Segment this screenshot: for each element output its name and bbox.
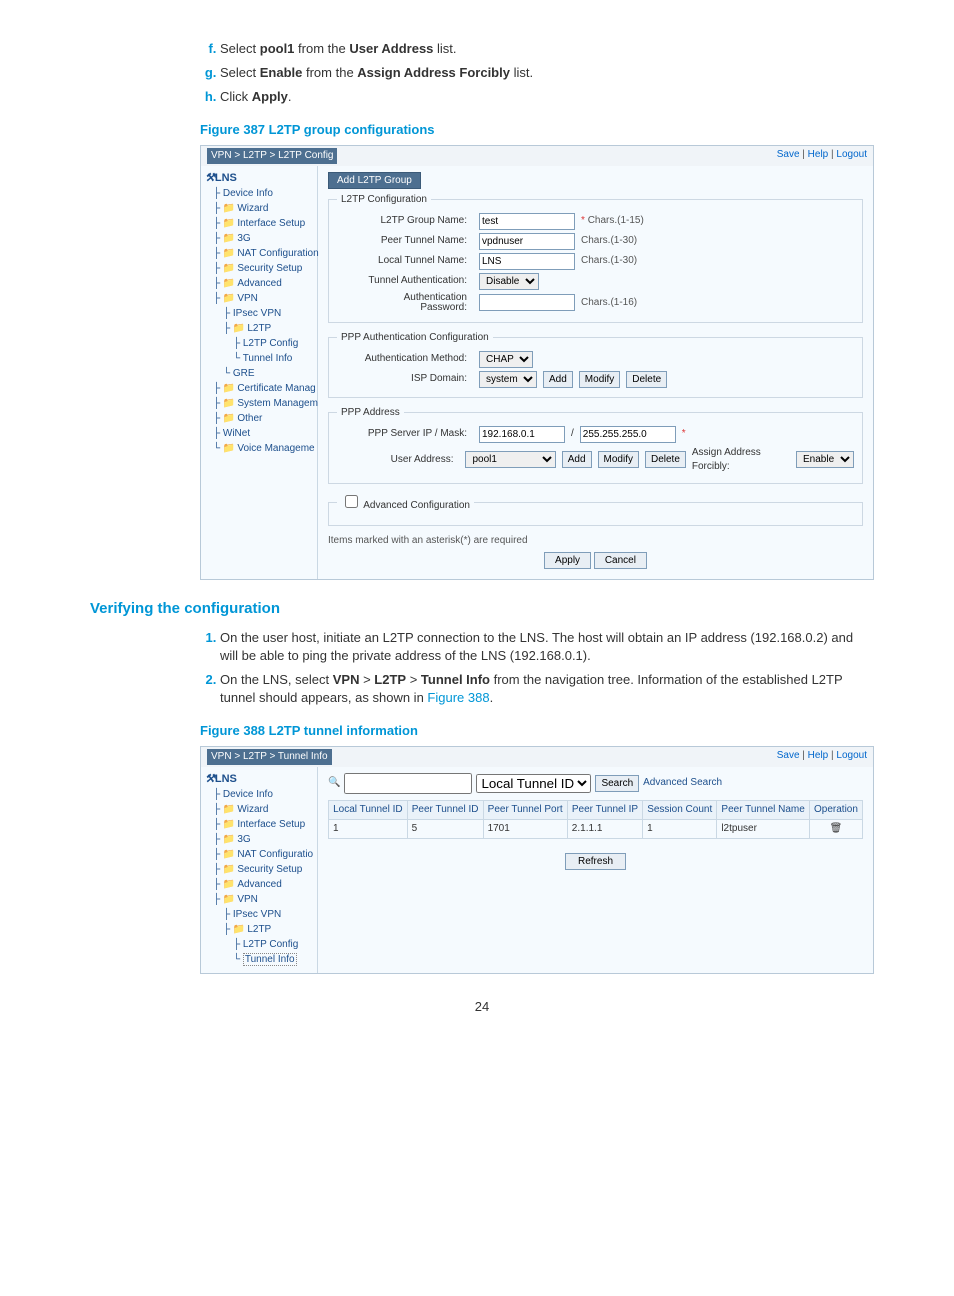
useraddr-modify-button[interactable]: Modify bbox=[598, 451, 639, 468]
trash-icon[interactable]: 🗑 bbox=[830, 823, 843, 834]
save-link[interactable]: Save bbox=[777, 149, 800, 160]
domain-modify-button[interactable]: Modify bbox=[579, 371, 620, 388]
cancel-button[interactable]: Cancel bbox=[594, 552, 647, 569]
sidebar-item-l2tp-config[interactable]: ├ L2TP Config bbox=[233, 336, 315, 351]
step-h: Click Apply. bbox=[220, 88, 874, 106]
page-number: 24 bbox=[90, 998, 874, 1016]
logout-link[interactable]: Logout bbox=[836, 149, 867, 160]
save-link-2[interactable]: Save bbox=[777, 750, 800, 761]
apply-button[interactable]: Apply bbox=[544, 552, 591, 569]
useraddr-delete-button[interactable]: Delete bbox=[645, 451, 686, 468]
screenshot-tunnel-info: VPN > L2TP > Tunnel Info Save | Help | L… bbox=[200, 746, 874, 975]
domain-delete-button[interactable]: Delete bbox=[626, 371, 667, 388]
verify-step-2: On the LNS, select VPN > L2TP > Tunnel I… bbox=[220, 671, 874, 707]
figure-388-link[interactable]: Figure 388 bbox=[427, 690, 489, 705]
sidebar-item-tunnel-info[interactable]: └ Tunnel Info bbox=[233, 351, 315, 366]
refresh-button[interactable]: Refresh bbox=[565, 853, 626, 870]
nav-tree-2: ⚒LNS ├ Device Info ├ 📁Wizard ├ 📁Interfac… bbox=[201, 767, 318, 974]
search-input[interactable] bbox=[344, 773, 472, 794]
sidebar-item-vpn[interactable]: ├ 📁VPN ├ IPsec VPN ├ 📁L2TP ├ L2TP Config… bbox=[213, 291, 315, 381]
required-note: Items marked with an asterisk(*) are req… bbox=[328, 534, 863, 548]
server-mask-input[interactable] bbox=[580, 426, 676, 443]
nav-tree: ⚒LNS ├ Device Info ├ 📁Wizard ├ 📁Interfac… bbox=[201, 166, 318, 579]
sidebar-item-voice[interactable]: └ 📁Voice Manageme bbox=[213, 441, 315, 456]
breadcrumb: VPN > L2TP > L2TP Config bbox=[207, 148, 337, 164]
sidebar-item-interface[interactable]: ├ 📁Interface Setup bbox=[213, 216, 315, 231]
sidebar-item-nat[interactable]: ├ 📁NAT Configuration bbox=[213, 246, 315, 261]
legend-ppp-auth: PPP Authentication Configuration bbox=[337, 331, 493, 345]
sidebar-item-l2tp[interactable]: ├ 📁L2TP ├ L2TP Config └ Tunnel Info bbox=[223, 321, 315, 366]
sidebar-item-gre[interactable]: └ GRE bbox=[223, 366, 315, 381]
peer-tunnel-input[interactable] bbox=[479, 233, 575, 250]
breadcrumb-2: VPN > L2TP > Tunnel Info bbox=[207, 749, 332, 765]
local-tunnel-input[interactable] bbox=[479, 253, 575, 270]
assign-forcibly-select[interactable]: Enable bbox=[796, 451, 854, 468]
verify-step-1: On the user host, initiate an L2TP conne… bbox=[220, 629, 874, 665]
add-l2tp-group-button[interactable]: Add L2TP Group bbox=[328, 172, 421, 189]
figure-387-caption: Figure 387 L2TP group configurations bbox=[200, 121, 874, 139]
server-ip-input[interactable] bbox=[479, 426, 565, 443]
tunnel-table: Local Tunnel ID Peer Tunnel ID Peer Tunn… bbox=[328, 800, 863, 839]
group-name-input[interactable] bbox=[479, 213, 575, 230]
auth-password-input[interactable] bbox=[479, 294, 575, 311]
user-address-select[interactable]: pool1 bbox=[465, 451, 555, 468]
sidebar-item-wizard[interactable]: ├ 📁Wizard bbox=[213, 201, 315, 216]
legend-ppp-address: PPP Address bbox=[337, 406, 404, 420]
logout-link-2[interactable]: Logout bbox=[836, 750, 867, 761]
table-row: 1 5 1701 2.1.1.1 1 l2tpuser 🗑 bbox=[329, 819, 863, 838]
advanced-search-link[interactable]: Advanced Search bbox=[643, 776, 722, 790]
useraddr-add-button[interactable]: Add bbox=[562, 451, 592, 468]
sidebar-item-system[interactable]: ├ 📁System Managem bbox=[213, 396, 315, 411]
sidebar-item-winet[interactable]: ├ WiNet bbox=[213, 426, 315, 441]
sidebar-item-tunnel-info-sel[interactable]: └ Tunnel Info bbox=[233, 952, 315, 967]
tunnel-auth-select[interactable]: Disable bbox=[479, 273, 539, 290]
search-icon: 🔍 bbox=[328, 776, 340, 790]
sidebar-item-cert[interactable]: ├ 📁Certificate Manag bbox=[213, 381, 315, 396]
sidebar-item-other[interactable]: ├ 📁Other bbox=[213, 411, 315, 426]
screenshot-l2tp-config: VPN > L2TP > L2TP Config Save | Help | L… bbox=[200, 145, 874, 580]
step-f: Select pool1 from the User Address list. bbox=[220, 40, 874, 58]
sidebar-item-security[interactable]: ├ 📁Security Setup bbox=[213, 261, 315, 276]
sidebar-item-device[interactable]: ├ Device Info bbox=[213, 186, 315, 201]
sidebar-item-ipsec[interactable]: ├ IPsec VPN bbox=[223, 306, 315, 321]
help-link-2[interactable]: Help bbox=[808, 750, 829, 761]
isp-domain-select[interactable]: system bbox=[479, 371, 537, 388]
verify-heading: Verifying the configuration bbox=[90, 598, 874, 619]
figure-388-caption: Figure 388 L2TP tunnel information bbox=[200, 722, 874, 740]
sidebar-item-advanced[interactable]: ├ 📁Advanced bbox=[213, 276, 315, 291]
domain-add-button[interactable]: Add bbox=[543, 371, 573, 388]
auth-method-select[interactable]: CHAP bbox=[479, 351, 533, 368]
legend-l2tp-config: L2TP Configuration bbox=[337, 193, 431, 207]
search-field-select[interactable]: Local Tunnel ID bbox=[476, 774, 591, 793]
sidebar-item-3g[interactable]: ├ 📁3G bbox=[213, 231, 315, 246]
help-link[interactable]: Help bbox=[808, 149, 829, 160]
search-button[interactable]: Search bbox=[595, 775, 639, 792]
step-g: Select Enable from the Assign Address Fo… bbox=[220, 64, 874, 82]
advanced-config-checkbox[interactable] bbox=[345, 495, 358, 508]
